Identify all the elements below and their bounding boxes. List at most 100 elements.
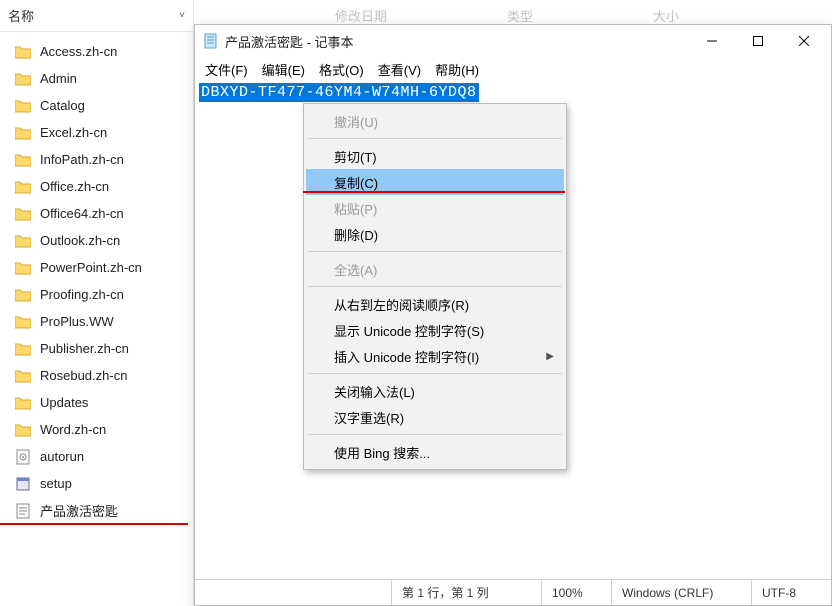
status-position: 第 1 行，第 1 列 bbox=[391, 580, 541, 605]
notepad-window: 产品激活密匙 - 记事本 文件(F) 编辑(E) 格式(O) 查看(V) 帮助(… bbox=[194, 24, 832, 606]
file-label: Updates bbox=[40, 395, 88, 410]
folder-icon bbox=[14, 422, 32, 438]
context-item-9[interactable]: 从右到左的阅读顺序(R) bbox=[306, 291, 564, 317]
file-label: Catalog bbox=[40, 98, 85, 113]
explorer-item-autorun[interactable]: autorun bbox=[0, 443, 193, 470]
context-item-0: 撤消(U) bbox=[306, 108, 564, 134]
file-label: setup bbox=[40, 476, 72, 491]
explorer-item-Word.zh-cn[interactable]: Word.zh-cn bbox=[0, 416, 193, 443]
context-item-label: 汉字重选(R) bbox=[334, 408, 404, 427]
context-item-5[interactable]: 删除(D) bbox=[306, 221, 564, 247]
context-item-label: 剪切(T) bbox=[334, 147, 377, 166]
folder-icon bbox=[14, 152, 32, 168]
file-label: Proofing.zh-cn bbox=[40, 287, 124, 302]
explorer-item-setup[interactable]: setup bbox=[0, 470, 193, 497]
context-item-7: 全选(A) bbox=[306, 256, 564, 282]
context-item-label: 关闭输入法(L) bbox=[334, 382, 415, 401]
folder-icon bbox=[14, 179, 32, 195]
col-type[interactable]: 类型 bbox=[507, 6, 533, 25]
context-item-label: 全选(A) bbox=[334, 260, 377, 279]
explorer-item-Office64.zh-cn[interactable]: Office64.zh-cn bbox=[0, 200, 193, 227]
explorer-item-Excel.zh-cn[interactable]: Excel.zh-cn bbox=[0, 119, 193, 146]
window-title: 产品激活密匙 - 记事本 bbox=[225, 32, 354, 51]
explorer-file-list: Access.zh-cn Admin Catalog Excel.zh-cn InfoP… bbox=[0, 32, 193, 530]
file-label: Outlook.zh-cn bbox=[40, 233, 120, 248]
file-label: PowerPoint.zh-cn bbox=[40, 260, 142, 275]
explorer-item-Rosebud.zh-cn[interactable]: Rosebud.zh-cn bbox=[0, 362, 193, 389]
explorer-item-ProPlus.WW[interactable]: ProPlus.WW bbox=[0, 308, 193, 335]
status-zoom: 100% bbox=[541, 580, 611, 605]
text-area[interactable]: DBXYD-TF477-46YM4-W74MH-6YDQ8 撤消(U) 剪切(T)… bbox=[195, 81, 831, 579]
explorer-item-PowerPoint.zh-cn[interactable]: PowerPoint.zh-cn bbox=[0, 254, 193, 281]
exe-icon bbox=[14, 476, 32, 492]
context-item-11[interactable]: 插入 Unicode 控制字符(I)▶ bbox=[306, 343, 564, 369]
inf-icon bbox=[14, 449, 32, 465]
sort-caret-icon: ˅ bbox=[179, 10, 185, 21]
context-item-label: 从右到左的阅读顺序(R) bbox=[334, 295, 469, 314]
col-modified[interactable]: 修改日期 bbox=[335, 6, 387, 25]
context-separator bbox=[308, 434, 562, 435]
folder-icon bbox=[14, 125, 32, 141]
menu-edit[interactable]: 编辑(E) bbox=[262, 60, 305, 79]
explorer-item-Catalog[interactable]: Catalog bbox=[0, 92, 193, 119]
file-label: Rosebud.zh-cn bbox=[40, 368, 127, 383]
context-item-16[interactable]: 使用 Bing 搜索... bbox=[306, 439, 564, 465]
minimize-button[interactable] bbox=[689, 26, 735, 56]
folder-icon bbox=[14, 341, 32, 357]
col-size[interactable]: 大小 bbox=[653, 6, 679, 25]
close-button[interactable] bbox=[781, 26, 827, 56]
maximize-button[interactable] bbox=[735, 26, 781, 56]
status-encoding: UTF-8 bbox=[751, 580, 831, 605]
highlight-underline bbox=[0, 523, 188, 525]
file-label: ProPlus.WW bbox=[40, 314, 114, 329]
explorer-item-InfoPath.zh-cn[interactable]: InfoPath.zh-cn bbox=[0, 146, 193, 173]
folder-icon bbox=[14, 287, 32, 303]
title-bar[interactable]: 产品激活密匙 - 记事本 bbox=[195, 25, 831, 57]
explorer-item-Updates[interactable]: Updates bbox=[0, 389, 193, 416]
context-item-4: 粘贴(P) bbox=[306, 195, 564, 221]
context-menu: 撤消(U) 剪切(T) 复制(C) 粘贴(P) 删除(D) 全选(A) 从右到左的阅读顺序(… bbox=[303, 103, 567, 470]
explorer-column-header[interactable]: 名称 ˅ bbox=[0, 0, 193, 32]
explorer-item-Admin[interactable]: Admin bbox=[0, 65, 193, 92]
menu-format[interactable]: 格式(O) bbox=[319, 60, 364, 79]
context-item-label: 撤消(U) bbox=[334, 112, 378, 131]
status-bar: 第 1 行，第 1 列 100% Windows (CRLF) UTF-8 bbox=[195, 579, 831, 605]
context-item-label: 插入 Unicode 控制字符(I) bbox=[334, 347, 479, 366]
explorer-item-Outlook.zh-cn[interactable]: Outlook.zh-cn bbox=[0, 227, 193, 254]
menu-view[interactable]: 查看(V) bbox=[378, 60, 421, 79]
folder-icon bbox=[14, 98, 32, 114]
context-separator bbox=[308, 251, 562, 252]
menu-file[interactable]: 文件(F) bbox=[205, 60, 248, 79]
explorer-item-Publisher.zh-cn[interactable]: Publisher.zh-cn bbox=[0, 335, 193, 362]
file-label: Excel.zh-cn bbox=[40, 125, 107, 140]
context-item-14[interactable]: 汉字重选(R) bbox=[306, 404, 564, 430]
file-label: Admin bbox=[40, 71, 77, 86]
explorer-item-Office.zh-cn[interactable]: Office.zh-cn bbox=[0, 173, 193, 200]
status-eol: Windows (CRLF) bbox=[611, 580, 751, 605]
folder-icon bbox=[14, 71, 32, 87]
file-label: Access.zh-cn bbox=[40, 44, 117, 59]
file-label: Publisher.zh-cn bbox=[40, 341, 129, 356]
file-label: 产品激活密匙 bbox=[40, 501, 118, 520]
selected-text: DBXYD-TF477-46YM4-W74MH-6YDQ8 bbox=[199, 83, 479, 102]
highlight-underline bbox=[303, 191, 565, 193]
context-item-label: 显示 Unicode 控制字符(S) bbox=[334, 321, 484, 340]
context-item-3[interactable]: 复制(C) bbox=[306, 169, 564, 195]
context-item-label: 删除(D) bbox=[334, 225, 378, 244]
file-label: Office64.zh-cn bbox=[40, 206, 124, 221]
folder-icon bbox=[14, 260, 32, 276]
context-item-label: 复制(C) bbox=[334, 173, 378, 192]
menu-help[interactable]: 帮助(H) bbox=[435, 60, 479, 79]
file-label: Word.zh-cn bbox=[40, 422, 106, 437]
explorer-item-Proofing.zh-cn[interactable]: Proofing.zh-cn bbox=[0, 281, 193, 308]
context-item-label: 使用 Bing 搜索... bbox=[334, 443, 430, 462]
explorer-item-产品激活密匙[interactable]: 产品激活密匙 bbox=[0, 497, 193, 524]
context-item-label: 粘贴(P) bbox=[334, 199, 377, 218]
explorer-item-Access.zh-cn[interactable]: Access.zh-cn bbox=[0, 38, 193, 65]
notepad-app-icon bbox=[203, 33, 219, 49]
file-label: autorun bbox=[40, 449, 84, 464]
context-separator bbox=[308, 138, 562, 139]
context-item-10[interactable]: 显示 Unicode 控制字符(S) bbox=[306, 317, 564, 343]
context-item-2[interactable]: 剪切(T) bbox=[306, 143, 564, 169]
context-item-13[interactable]: 关闭输入法(L) bbox=[306, 378, 564, 404]
